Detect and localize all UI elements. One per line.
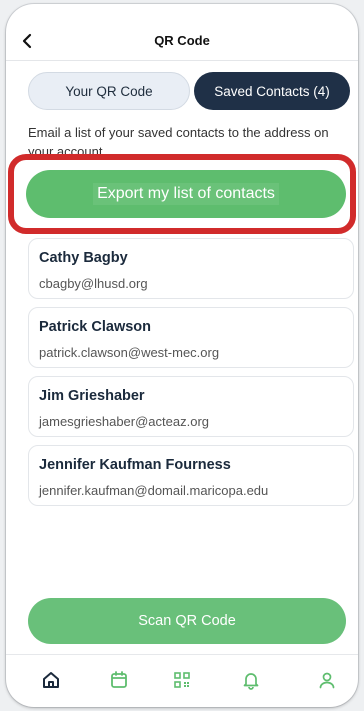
contact-card[interactable]: Jim Grieshaber jamesgrieshaber@acteaz.or… [28,376,354,437]
phone-screen: QR Code Your QR Code Saved Contacts (4) … [6,4,358,707]
contact-email: patrick.clawson@west-mec.org [39,345,220,360]
contact-card[interactable]: Cathy Bagby cbagby@lhusd.org [28,238,354,299]
nav-home[interactable] [36,665,66,695]
profile-icon [319,672,335,689]
contact-email: jamesgrieshaber@acteaz.org [39,414,210,429]
nav-calendar[interactable] [104,665,134,695]
header: QR Code [6,24,358,60]
contact-card[interactable]: Jennifer Kaufman Fourness jennifer.kaufm… [28,445,354,506]
contact-name: Patrick Clawson [39,319,152,335]
nav-qr-code[interactable] [167,665,197,695]
bell-icon [243,673,259,690]
nav-profile[interactable] [312,665,342,695]
contact-name: Jennifer Kaufman Fourness [39,457,231,473]
contact-email: cbagby@lhusd.org [39,276,148,291]
page-title: QR Code [154,33,210,48]
tab-saved-contacts[interactable]: Saved Contacts (4) [194,72,350,110]
contact-email: jennifer.kaufman@domail.maricopa.edu [39,483,269,498]
home-icon [43,672,59,688]
annotation-highlight-box [8,154,356,234]
contact-name: Cathy Bagby [39,250,128,266]
header-divider [6,60,358,61]
nav-notifications[interactable] [236,665,266,695]
qr-code-icon [174,672,190,688]
scan-qr-code-button[interactable]: Scan QR Code [28,598,346,644]
tab-your-qr-code[interactable]: Your QR Code [28,72,190,110]
contact-name: Jim Grieshaber [39,388,145,404]
bottom-nav [6,654,358,707]
contact-card[interactable]: Patrick Clawson patrick.clawson@west-mec… [28,307,354,368]
calendar-icon [111,671,127,688]
